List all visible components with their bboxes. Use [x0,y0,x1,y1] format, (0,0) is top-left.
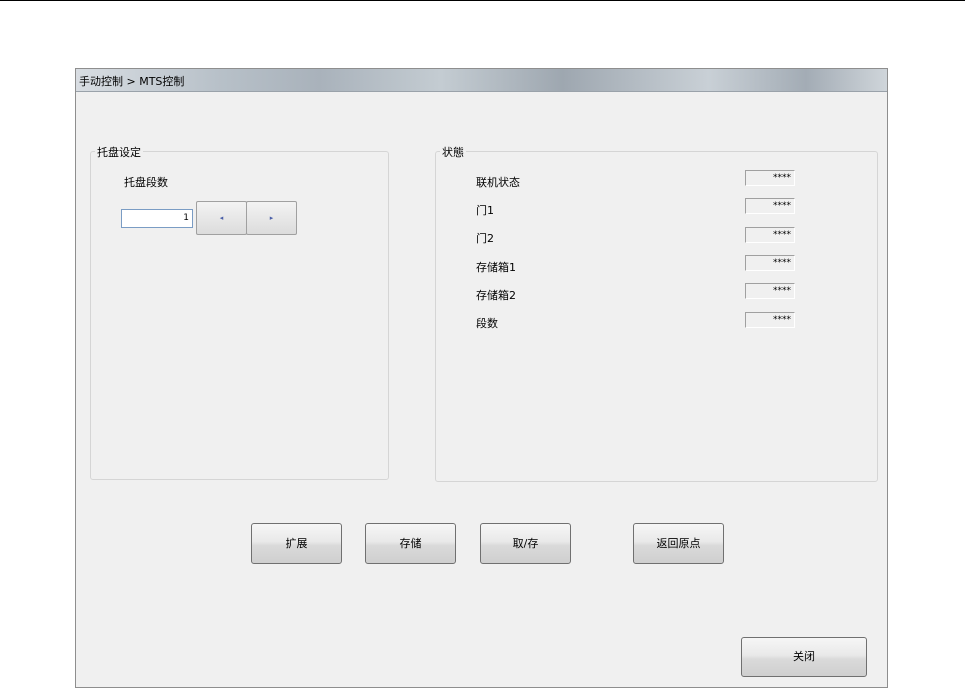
close-button[interactable]: 关闭 [741,637,867,677]
status-value-storage2: **** [745,283,795,299]
tray-count-increment-button[interactable]: ▸ [246,201,297,235]
title-bar: 手动控制 > MTS控制 [76,69,887,92]
expand-button[interactable]: 扩展 [251,523,342,564]
arrow-right-icon: ▸ [269,214,274,222]
arrow-left-icon: ◂ [219,214,224,222]
tray-count-label: 托盘段数 [124,176,168,189]
store-button[interactable]: 存储 [365,523,456,564]
status-value-door2: **** [745,227,795,243]
status-value-door1: **** [745,198,795,214]
tray-count-decrement-button[interactable]: ◂ [196,201,247,235]
retrieve-button[interactable]: 取/存 [480,523,571,564]
status-label-online: 联机状态 [476,176,520,189]
mts-control-window: 手动控制 > MTS控制 托盘设定 托盘段数 1 ◂ ▸ 状態 联机状态 ***… [75,68,888,688]
tray-settings-legend: 托盘设定 [95,144,143,160]
status-group: 状態 [435,144,878,482]
status-label-storage2: 存储箱2 [476,289,516,302]
status-value-storage1: **** [745,255,795,271]
status-label-tier: 段数 [476,317,498,330]
status-label-storage1: 存储箱1 [476,261,516,274]
status-legend: 状態 [440,144,466,160]
tray-count-input[interactable]: 1 [121,209,193,228]
top-rule [0,0,965,1]
status-label-door1: 门1 [476,204,494,217]
return-home-button[interactable]: 返回原点 [633,523,724,564]
window-title: 手动控制 > MTS控制 [79,75,185,88]
status-label-door2: 门2 [476,232,494,245]
status-value-online: **** [745,170,795,186]
status-value-tier: **** [745,312,795,328]
